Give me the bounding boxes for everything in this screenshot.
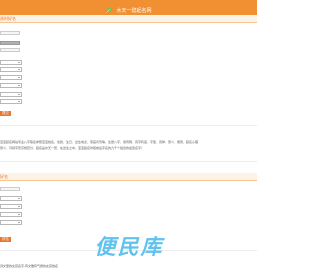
gender-field[interactable] — [0, 41, 20, 45]
divider — [0, 161, 257, 162]
region-select[interactable] — [0, 99, 22, 104]
day-select[interactable] — [0, 75, 22, 80]
intro-line-1: 宝宝起名网站专业八字取名参照宝宝姓名、性别、生日、出生地点、家庭背景等，生辰八字… — [0, 140, 199, 144]
surname-input[interactable] — [0, 31, 20, 35]
second-section-header: 好名 — [0, 173, 257, 181]
form-section-title: 孩时好名 — [0, 16, 16, 21]
minute-select[interactable] — [0, 92, 22, 97]
birthday-input[interactable] — [0, 48, 20, 52]
second-section-title: 好名 — [0, 174, 8, 179]
month-select[interactable] — [0, 67, 22, 72]
second-select-1[interactable] — [0, 196, 22, 201]
footer-link[interactable]: 诗文里的女孩名字,有文雅有气质的女孩姓名 — [0, 264, 58, 268]
second-select-4[interactable] — [0, 220, 22, 225]
watermark-logo: 便民库 — [94, 235, 164, 259]
year-select[interactable] — [0, 60, 22, 65]
second-select-2[interactable] — [0, 204, 22, 209]
second-select-3[interactable] — [0, 212, 22, 217]
second-submit-button[interactable]: 好名 — [0, 237, 11, 242]
submit-button[interactable]: 提交 — [0, 111, 11, 116]
form-section-header: 孩时好名 — [0, 15, 257, 23]
site-title: 水天一碧起名网 — [116, 7, 152, 14]
hour-select[interactable] — [0, 83, 22, 88]
divider — [0, 125, 257, 126]
leaf-logo-icon — [106, 6, 113, 13]
intro-line-2: 意义、可视字形高规范分、起名是水天一碧，在出生之中，宝宝起名时取前后字名的九千个… — [0, 146, 145, 150]
second-surname-input[interactable] — [0, 187, 20, 191]
